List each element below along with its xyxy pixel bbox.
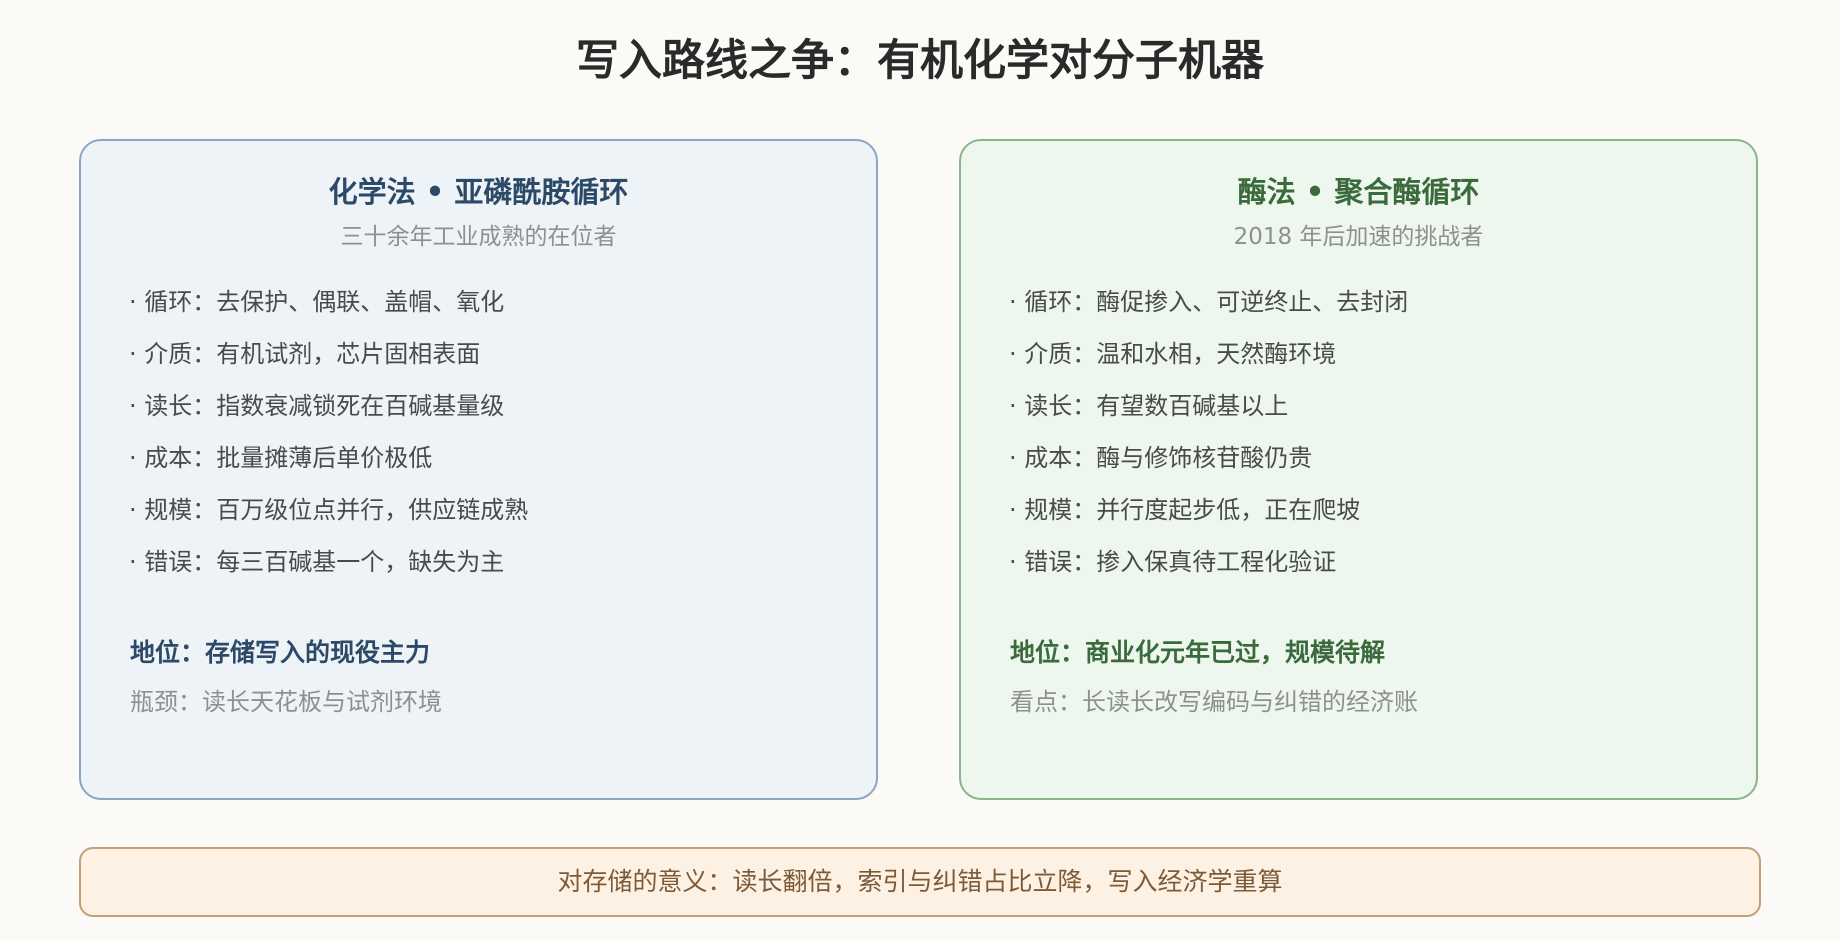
feature-error: · 错误：掺入保真待工程化验证 bbox=[1009, 548, 1337, 576]
feature-read-length: · 读长：有望数百碱基以上 bbox=[1009, 392, 1289, 420]
status-line: 地位：存储写入的现役主力 bbox=[130, 638, 431, 667]
card-subtitle: 三十余年工业成熟的在位者 bbox=[340, 224, 617, 250]
feature-cycle: · 循环：酶促掺入、可逆终止、去封闭 bbox=[1009, 288, 1409, 316]
page-title: 写入路线之争：有机化学对分子机器 bbox=[576, 36, 1264, 86]
feature-medium: · 介质：温和水相，天然酶环境 bbox=[1009, 340, 1337, 368]
feature-list: · 循环：去保护、偶联、盖帽、氧化 · 介质：有机试剂，芯片固相表面 · 读长：… bbox=[129, 276, 528, 588]
feature-cost: · 成本：批量摊薄后单价极低 bbox=[129, 444, 433, 472]
status-line: 地位：商业化元年已过，规模待解 bbox=[1010, 638, 1386, 667]
chemical-method-card: 化学法 • 亚磷酰胺循环 三十余年工业成熟的在位者 · 循环：去保护、偶联、盖帽… bbox=[79, 139, 878, 800]
enzymatic-method-card: 酶法 • 聚合酶循环 2018 年后加速的挑战者 · 循环：酶促掺入、可逆终止、… bbox=[959, 139, 1758, 800]
feature-error: · 错误：每三百碱基一个，缺失为主 bbox=[129, 548, 505, 576]
note-line: 看点：长读长改写编码与纠错的经济账 bbox=[1010, 688, 1418, 716]
card-title: 酶法 • 聚合酶循环 bbox=[1237, 175, 1480, 209]
feature-cost: · 成本：酶与修饰核苷酸仍贵 bbox=[1009, 444, 1313, 472]
feature-medium: · 介质：有机试剂，芯片固相表面 bbox=[129, 340, 481, 368]
feature-scale: · 规模：并行度起步低，正在爬坡 bbox=[1009, 496, 1361, 524]
note-line: 瓶颈：读长天花板与试剂环境 bbox=[130, 688, 442, 716]
feature-cycle: · 循环：去保护、偶联、盖帽、氧化 bbox=[129, 288, 505, 316]
card-subtitle: 2018 年后加速的挑战者 bbox=[1233, 224, 1484, 250]
implication-banner: 对存储的意义：读长翻倍，索引与纠错占比立降，写入经济学重算 bbox=[79, 847, 1761, 917]
card-title: 化学法 • 亚磷酰胺循环 bbox=[328, 175, 629, 209]
feature-scale: · 规模：百万级位点并行，供应链成熟 bbox=[129, 496, 529, 524]
feature-list: · 循环：酶促掺入、可逆终止、去封闭 · 介质：温和水相，天然酶环境 · 读长：… bbox=[1009, 276, 1408, 588]
feature-read-length: · 读长：指数衰减锁死在百碱基量级 bbox=[129, 392, 505, 420]
